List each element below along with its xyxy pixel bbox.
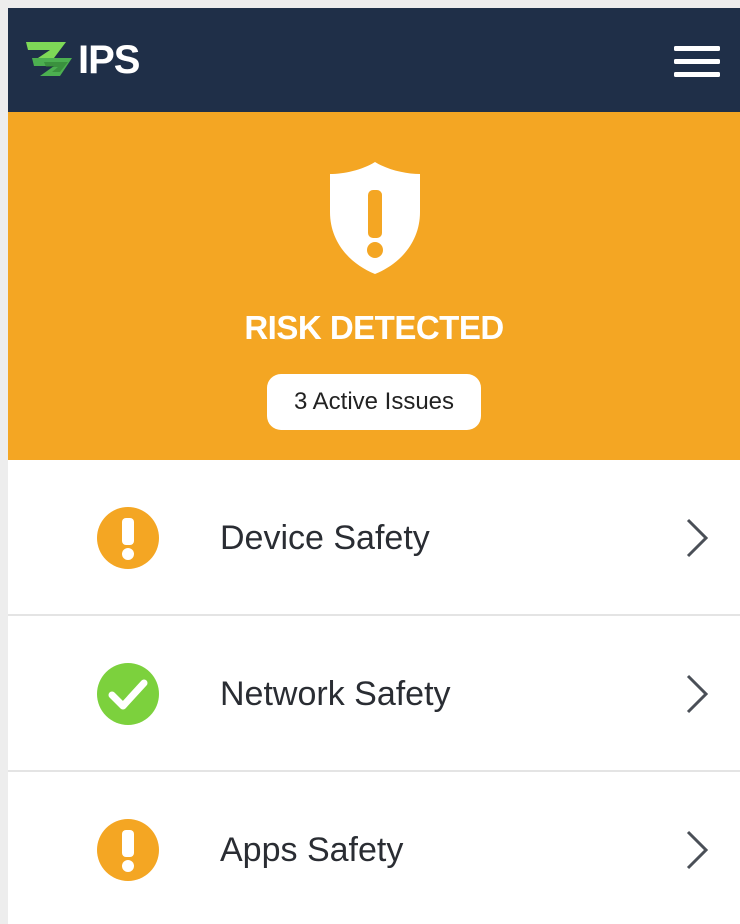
risk-status-banner: RISK DETECTED 3 Active Issues — [8, 112, 740, 460]
list-item-label: Device Safety — [220, 519, 430, 557]
shield-alert-icon — [330, 162, 420, 274]
active-issues-badge[interactable]: 3 Active Issues — [267, 374, 481, 430]
list-item-device-safety[interactable]: Device Safety — [8, 460, 740, 616]
chevron-right-icon — [686, 518, 709, 558]
chevron-right-icon — [686, 674, 709, 714]
list-item-label: Network Safety — [220, 675, 451, 713]
safety-category-list: Device Safety Network Safety Apps Safety — [8, 460, 740, 924]
list-item-apps-safety[interactable]: Apps Safety — [8, 772, 740, 924]
alert-circle-icon — [97, 507, 159, 569]
app-header: IPS — [8, 8, 740, 112]
hamburger-menu-button[interactable] — [674, 44, 720, 78]
app-screen: IPS RISK DETECTED 3 Active Issues Device… — [8, 8, 740, 924]
chevron-right-icon — [686, 830, 709, 870]
ips-logo: IPS — [24, 36, 140, 84]
list-item-network-safety[interactable]: Network Safety — [8, 616, 740, 772]
hamburger-menu-icon — [674, 46, 720, 77]
risk-status-title: RISK DETECTED — [244, 309, 504, 346]
check-circle-icon — [97, 663, 159, 725]
alert-circle-icon — [97, 819, 159, 881]
ips-logo-icon — [26, 42, 72, 76]
list-item-label: Apps Safety — [220, 831, 404, 869]
logo-text: IPS — [78, 38, 140, 82]
